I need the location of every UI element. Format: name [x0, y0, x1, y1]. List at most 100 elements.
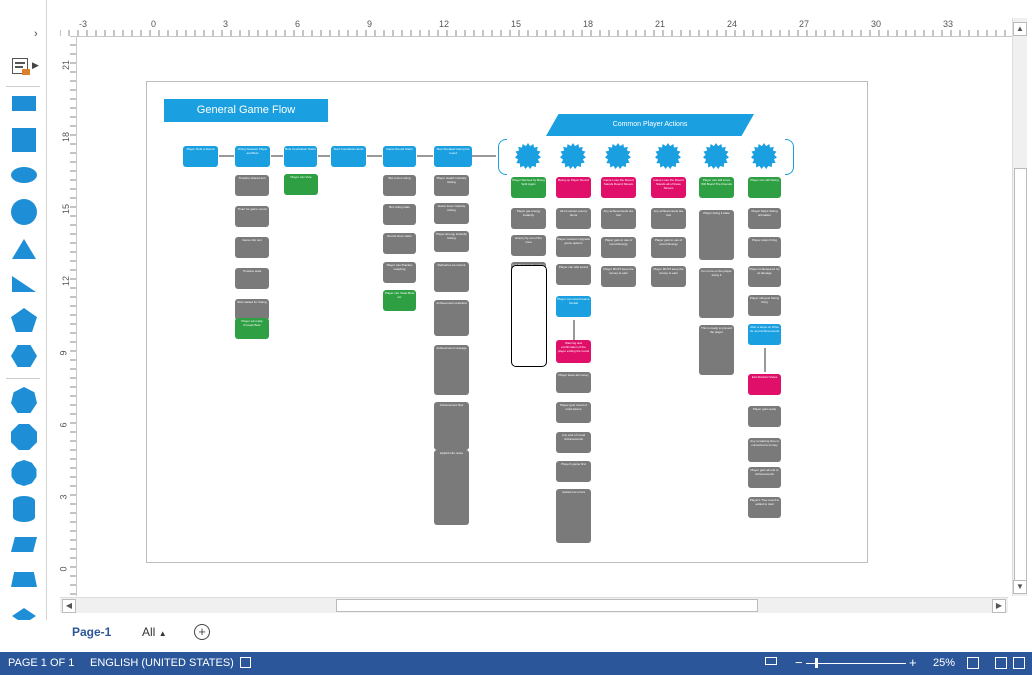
flow-node[interactable]: Player is Measured Up at damage: [748, 266, 781, 287]
flow-node[interactable]: This is ready to prevent the player: [699, 325, 734, 375]
flow-node[interactable]: Any achievements are lost: [651, 208, 686, 229]
flow-node[interactable]: Timeline stats: [235, 268, 269, 289]
flow-node[interactable]: Any remaining time is converted to money: [748, 438, 781, 462]
flow-node[interactable]: Round timer starts: [383, 233, 416, 254]
flow-node[interactable]: Game info text: [235, 237, 269, 258]
heptagon-shape[interactable]: [11, 387, 37, 413]
can-shape[interactable]: [13, 496, 35, 522]
flow-green-node[interactable]: Player can still Swing: [748, 177, 781, 198]
zoom-slider[interactable]: [806, 663, 906, 664]
flow-step-node[interactable]: Stop Sneaked during the round: [434, 146, 472, 167]
page-count[interactable]: PAGE 1 OF 1: [8, 657, 74, 669]
flow-green-node[interactable]: Player Revives by Being Split Again: [511, 177, 546, 198]
horizontal-scroll-thumb[interactable]: [336, 599, 758, 612]
decagon-shape[interactable]: [11, 460, 37, 486]
flow-step-node[interactable]: Start Countdown Ends: [331, 146, 366, 167]
zoom-slider-thumb[interactable]: [815, 658, 818, 668]
flow-node[interactable]: Player's game first: [556, 461, 591, 482]
scroll-right-icon[interactable]: ▶: [992, 599, 1006, 613]
tab-all[interactable]: All ▲: [142, 625, 167, 639]
flow-pink-node[interactable]: Being up Player Round: [556, 177, 591, 198]
flow-green-node[interactable]: Player can Help through Bots: [235, 318, 269, 339]
flow-step-node[interactable]: Game Round Starts: [383, 146, 416, 167]
flow-pink-node[interactable]: Warning and confirmation of the player e…: [556, 340, 591, 363]
flow-node[interactable]: Player MUST keep the money to earn: [601, 266, 636, 287]
note-box[interactable]: [511, 265, 547, 367]
flow-node[interactable]: Player still gets Swing firing: [748, 295, 781, 316]
flow-step-node[interactable]: Voting between Player and Bots: [235, 146, 270, 167]
flow-node[interactable]: For more on the player doing it: [699, 268, 734, 318]
flow-node[interactable]: Player doing it state: [699, 210, 734, 260]
horizontal-scrollbar[interactable]: ◀ ▶: [60, 597, 1008, 613]
flow-node[interactable]: Player gets to use of sound Energy: [651, 237, 686, 258]
hexagon-shape[interactable]: [11, 345, 37, 367]
flow-node[interactable]: Bot voting stats: [383, 204, 416, 225]
flow-node[interactable]: Achievement flow: [434, 402, 469, 450]
parallelogram-shape[interactable]: [11, 537, 37, 552]
flow-node[interactable]: Player Health instantly ticking: [434, 175, 469, 196]
flow-pink-node[interactable]: Game Lose the Round Stands all of these …: [651, 177, 686, 198]
scroll-left-icon[interactable]: ◀: [62, 599, 76, 613]
zoom-level[interactable]: 25%: [933, 657, 955, 669]
zoom-out-icon[interactable]: −: [795, 655, 803, 670]
flow-green-node[interactable]: Player can Vote: [284, 174, 318, 195]
flow-node[interactable]: Player can add sound: [556, 264, 591, 285]
flow-node[interactable]: Player gets all end to Achievements: [748, 467, 781, 488]
stencil-menu-icon[interactable]: [12, 58, 30, 75]
flow-node[interactable]: Bot-to-bot voting: [383, 175, 416, 196]
flow-green-node[interactable]: Player can still score Will Board The Ro…: [699, 177, 734, 198]
flow-node[interactable]: Helpful info notes: [434, 450, 469, 525]
vertical-scrollbar[interactable]: ▲ ▼: [1012, 18, 1027, 596]
right-triangle-shape[interactable]: [12, 276, 36, 292]
rectangle-shape[interactable]: [12, 96, 36, 111]
switch-windows-icon[interactable]: [995, 657, 1007, 669]
pan-zoom-icon[interactable]: [1013, 657, 1025, 669]
flow-node[interactable]: Player receives Upgrade game options: [556, 236, 591, 257]
flow-step-node[interactable]: Bots Countdown Starts: [284, 146, 317, 167]
flow-node[interactable]: Player can Practice Leapfrog: [383, 262, 416, 283]
tab-page-1[interactable]: Page-1: [72, 625, 111, 639]
flow-step-node[interactable]: Player can sound Game Global: [556, 296, 591, 317]
scroll-up-icon[interactable]: ▲: [1013, 22, 1027, 36]
flow-node[interactable]: Any cost of round Achievements: [556, 432, 591, 453]
flow-node[interactable]: Game timer instantly ticking: [434, 203, 469, 224]
flow-node[interactable]: All on screen enemy items: [556, 208, 591, 229]
common-actions-banner[interactable]: Common Player Actions: [546, 114, 754, 136]
presentation-mode-icon[interactable]: [765, 657, 777, 665]
flow-step-node[interactable]: After a steps on Drive Its next Achievem…: [748, 324, 781, 345]
flow-node[interactable]: Update bot errors: [556, 489, 591, 543]
square-shape[interactable]: [12, 128, 36, 152]
chevron-right-icon[interactable]: ›: [34, 28, 38, 40]
flow-green-node[interactable]: Player can Yeast Bots etc: [383, 290, 416, 311]
flow-node[interactable]: Achievement message: [434, 345, 469, 395]
triangle-shape[interactable]: [12, 239, 36, 259]
flow-node[interactable]: Timer for game round: [235, 206, 269, 227]
flow-pink-node[interactable]: Exit Abstract Views: [748, 374, 781, 395]
vertical-scroll-thumb[interactable]: [1014, 168, 1027, 590]
fit-to-window-icon[interactable]: [967, 657, 979, 669]
flow-node[interactable]: Refreshes at content: [434, 262, 469, 292]
zoom-in-icon[interactable]: +: [909, 655, 917, 670]
flow-node[interactable]: Player Energy instantly ticking: [434, 231, 469, 252]
flow-node[interactable]: Player loses all money: [556, 372, 591, 393]
flow-node[interactable]: Player Stops Swing animation: [748, 208, 781, 229]
flow-pink-node[interactable]: Game Lose the Round Stands Round Stream: [601, 177, 636, 198]
flow-node[interactable]: Player get energy instantly: [511, 208, 546, 229]
trapezoid-shape[interactable]: [11, 572, 37, 587]
plus-circle-icon[interactable]: +: [194, 624, 210, 640]
flow-step-node[interactable]: Player finds a Round: [183, 146, 218, 167]
ellipse-shape[interactable]: [11, 167, 37, 183]
pentagon-shape[interactable]: [11, 308, 37, 332]
flow-node[interactable]: Player gets round of Gold tokens: [556, 402, 591, 423]
octagon-shape[interactable]: [11, 424, 37, 450]
flow-node[interactable]: Player stops Firing: [748, 237, 781, 258]
circle-shape[interactable]: [11, 199, 37, 225]
flow-node[interactable]: Player's Tree round to added to total: [748, 497, 781, 518]
flow-node[interactable]: Bots waited for Voting: [235, 299, 269, 320]
chevron-right-icon[interactable]: ▶: [32, 60, 39, 71]
language-indicator[interactable]: ENGLISH (UNITED STATES): [90, 657, 234, 669]
scroll-down-icon[interactable]: ▼: [1013, 580, 1027, 594]
flow-node[interactable]: Timeline shared text: [235, 175, 269, 196]
flow-node[interactable]: Player gets ready: [748, 406, 781, 427]
flow-node[interactable]: Achievement unlocked: [434, 300, 469, 336]
